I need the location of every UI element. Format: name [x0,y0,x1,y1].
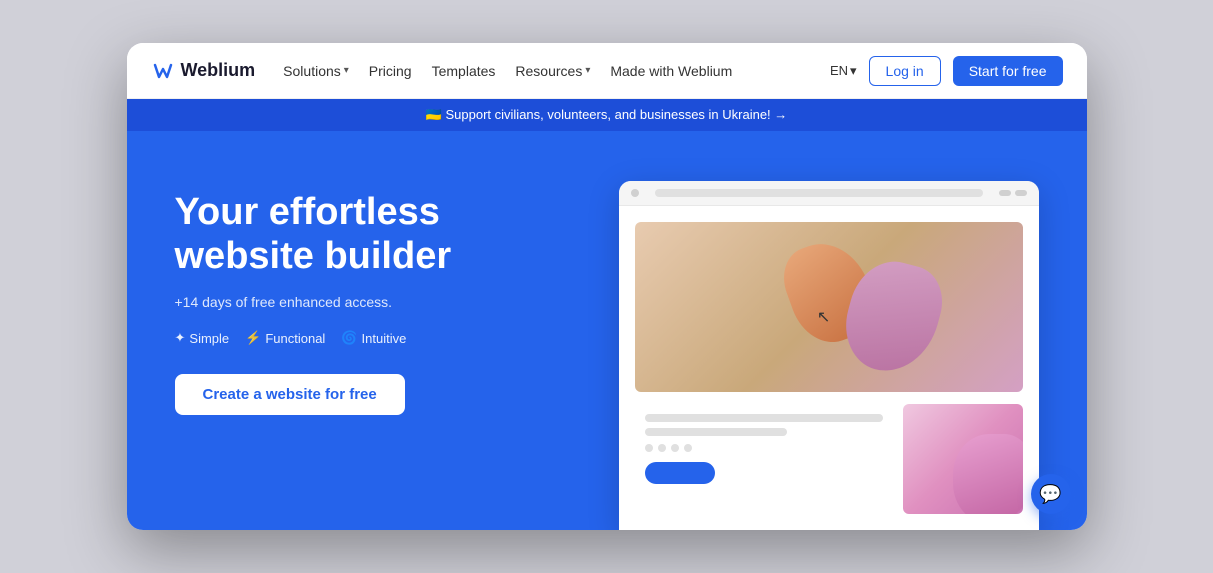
mock-ctrl-2 [1015,190,1027,196]
hero-title: Your effortless website builder [175,191,555,278]
chat-icon: 💬 [1039,484,1061,505]
chevron-down-icon: ▾ [585,65,590,76]
mock-url-bar [655,189,983,197]
mock-line-2 [645,428,788,436]
cursor-icon: ↖ [817,307,830,327]
logo[interactable]: Weblium [151,59,256,83]
mock-lower [635,404,1023,514]
nav-resources[interactable]: Resources ▾ [515,63,590,79]
mock-dot-indicator-3 [671,444,679,452]
mock-controls [999,190,1027,196]
chevron-down-icon: ▾ [344,65,349,76]
logo-icon [151,59,175,83]
mock-dot-indicator-1 [645,444,653,452]
hero-content: Your effortless website builder +14 days… [175,171,555,415]
banner-text: 🇺🇦 Support civilians, volunteers, and bu… [426,107,788,123]
mock-cta-button [645,462,715,484]
nav-right: EN ▾ Log in Start for free [830,56,1063,86]
mock-main: ↖ [619,206,1039,530]
mock-browser-bar [619,181,1039,206]
ukraine-support-banner[interactable]: 🇺🇦 Support civilians, volunteers, and bu… [127,99,1087,131]
nav-templates[interactable]: Templates [432,63,496,79]
chat-widget[interactable]: 💬 [1031,474,1071,514]
thumb-blob [953,434,1023,514]
hero-section: Your effortless website builder +14 days… [127,131,1087,530]
nav-made-with[interactable]: Made with Weblium [610,63,732,79]
mock-hero-image: ↖ [635,222,1023,392]
mock-dot-indicator-4 [684,444,692,452]
mock-dot-indicator-2 [658,444,666,452]
mock-line-1 [645,414,883,422]
nav-links: Solutions ▾ Pricing Templates Resources … [283,63,830,79]
browser-frame: Weblium Solutions ▾ Pricing Templates Re… [127,43,1087,530]
sparkle-icon: ✦ [175,330,186,346]
start-for-free-button[interactable]: Start for free [953,56,1063,86]
mock-dot-1 [631,189,639,197]
logo-text: Weblium [181,60,256,81]
mock-browser: ↖ [619,181,1039,530]
preview-container: ↖ [595,171,1039,530]
mock-body: ↖ [619,206,1039,530]
hero-subtitle: +14 days of free enhanced access. [175,294,555,310]
feature-simple: ✦ Simple [175,330,230,346]
mock-thumbnail [903,404,1023,514]
login-button[interactable]: Log in [869,56,941,86]
mock-dots [645,444,883,452]
feature-functional: ⚡ Functional [245,330,325,346]
hero-features: ✦ Simple ⚡ Functional 🌀 Intuitive [175,330,555,346]
lightning-icon: ⚡ [245,330,261,346]
nav-pricing[interactable]: Pricing [369,63,412,79]
create-website-button[interactable]: Create a website for free [175,374,405,415]
mock-text-block [635,404,893,514]
navbar: Weblium Solutions ▾ Pricing Templates Re… [127,43,1087,99]
language-selector[interactable]: EN ▾ [830,63,857,79]
mock-ctrl-1 [999,190,1011,196]
swirl-icon: 🌀 [341,330,357,346]
feature-intuitive: 🌀 Intuitive [341,330,406,346]
chevron-down-icon: ▾ [850,63,857,79]
nav-solutions[interactable]: Solutions ▾ [283,63,349,79]
